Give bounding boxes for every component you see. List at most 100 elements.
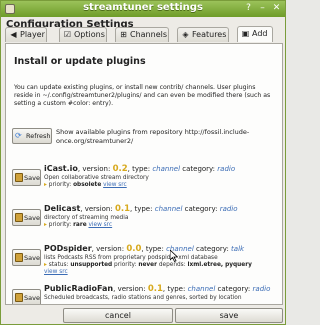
tab-bar: ◀ Player ☑ Options ⊞ Channels ◈ Features… xyxy=(5,26,283,43)
tab-label: Player xyxy=(20,30,45,39)
plugin-description: directory of streaming media xyxy=(44,215,129,221)
play-icon: ◀ xyxy=(10,30,17,39)
plugin-name: Delicast xyxy=(44,204,81,213)
category-label: category: xyxy=(184,205,218,213)
plugin-priority: never xyxy=(138,262,157,268)
tab-options[interactable]: ☑ Options xyxy=(59,27,107,42)
plugin-header: PODspider, version: 0.0, type: channel c… xyxy=(44,244,244,254)
refresh-button[interactable]: ⟳ Refresh xyxy=(12,128,52,144)
bullet-icon: ▸ xyxy=(44,262,47,268)
title-bar[interactable]: streamtuner settings ? – ✕ xyxy=(1,1,285,17)
priority-label: priority: xyxy=(48,182,72,188)
cancel-button[interactable]: cancel xyxy=(63,308,173,323)
save-plugin-button[interactable]: Save xyxy=(12,209,41,226)
priority-label: priority: xyxy=(114,262,137,268)
tab-label: Features xyxy=(192,30,227,39)
settings-window: streamtuner settings ? – ✕ Configuration… xyxy=(0,0,286,325)
view-src-link[interactable]: view src xyxy=(44,269,68,275)
plugin-item: Save iCast.io, version: 0.2, type: chann… xyxy=(12,164,278,204)
plugin-meta: ▸ status: unsupported priority: never de… xyxy=(44,262,252,269)
features-icon: ◈ xyxy=(182,30,189,39)
type-label: , type: xyxy=(162,285,186,293)
save-icon xyxy=(15,253,23,262)
panel-title: Install or update plugins xyxy=(14,56,146,67)
plugin-item: Save PublicRadioFan, version: 0.1, type:… xyxy=(12,284,278,304)
plugin-category: radio xyxy=(219,205,238,213)
tab-player[interactable]: ◀ Player xyxy=(5,27,47,42)
tab-label: Add xyxy=(252,29,268,38)
priority-label: priority: xyxy=(48,222,72,228)
view-src-link[interactable]: view src xyxy=(88,222,112,228)
plugin-header: iCast.io, version: 0.2, type: channel ca… xyxy=(44,164,235,174)
version-label: , version: xyxy=(77,165,111,173)
view-src-link[interactable]: view src xyxy=(103,182,127,188)
save-plugin-button[interactable]: Save xyxy=(12,169,41,186)
save-icon xyxy=(15,173,23,182)
bullet-icon: ▸ xyxy=(44,182,47,188)
plugin-meta: ▸ priority: obsolete view src xyxy=(44,182,127,189)
plugin-name: PublicRadioFan xyxy=(44,284,114,293)
plugin-description: Scheduled broadcasts, radio stations and… xyxy=(44,295,242,301)
plugin-category: radio xyxy=(252,285,271,293)
version-label: , version: xyxy=(91,245,125,253)
bullet-icon: ▸ xyxy=(44,222,47,228)
plugin-version: 0.1 xyxy=(114,204,131,214)
save-icon xyxy=(15,213,23,222)
mouse-cursor-icon xyxy=(170,250,178,262)
plugin-header: Delicast, version: 0.1, type: channel ca… xyxy=(44,204,238,214)
category-label: category: xyxy=(217,285,251,293)
save-label: Save xyxy=(24,294,40,302)
category-label: category: xyxy=(182,165,216,173)
refresh-icon: ⟳ xyxy=(15,131,22,140)
plugin-meta: ▸ priority: rare view src xyxy=(44,222,112,229)
save-label: Save xyxy=(24,254,40,262)
intro-text: You can update existing plugins, or inst… xyxy=(14,84,271,107)
depends-label: depends: xyxy=(158,262,186,268)
status-label: status: xyxy=(48,262,69,268)
plugin-type: channel xyxy=(187,285,216,293)
tab-add[interactable]: ▣ Add xyxy=(237,26,273,42)
refresh-label: Refresh xyxy=(26,132,51,140)
refresh-description: Show available plugins from repository h… xyxy=(56,128,250,145)
options-icon: ☑ xyxy=(63,30,72,39)
plugin-description: Open collaborative stream directory xyxy=(44,175,149,181)
plugin-priority: obsolete xyxy=(73,182,102,188)
tab-features[interactable]: ◈ Features xyxy=(177,27,229,42)
tab-channels[interactable]: ⊞ Channels xyxy=(115,27,169,42)
add-plugins-panel[interactable]: Install or update plugins You can update… xyxy=(5,43,283,305)
save-label: Save xyxy=(24,174,40,182)
plugin-header: PublicRadioFan, version: 0.1, type: chan… xyxy=(44,284,270,294)
plugin-links: view src xyxy=(44,269,68,276)
plugin-status: unsupported xyxy=(70,262,113,268)
version-label: , version: xyxy=(80,205,113,213)
version-label: , version: xyxy=(113,285,146,293)
plugin-category: talk xyxy=(231,245,245,253)
save-plugin-button[interactable]: Save xyxy=(12,289,41,304)
category-label: category: xyxy=(196,245,229,253)
plugin-depends: lxml.etree, pyquery xyxy=(187,262,252,268)
plugin-description: lists Podcasts RSS from proprietary pods… xyxy=(44,255,218,261)
save-label: Save xyxy=(24,214,40,222)
plugin-item: Save PODspider, version: 0.0, type: chan… xyxy=(12,244,278,284)
close-icon[interactable]: ✕ xyxy=(270,2,283,15)
save-button[interactable]: save xyxy=(175,308,283,323)
help-icon[interactable]: ? xyxy=(242,2,255,15)
tab-label: Options xyxy=(74,30,105,39)
minimize-icon[interactable]: – xyxy=(256,2,269,15)
save-plugin-button[interactable]: Save xyxy=(12,249,41,266)
type-label: , type: xyxy=(141,245,164,253)
plugin-version: 0.2 xyxy=(112,164,128,174)
plugin-priority: rare xyxy=(73,222,87,228)
save-icon xyxy=(15,293,23,302)
tab-label: Channels xyxy=(130,30,168,39)
plugin-name: PODspider xyxy=(44,244,92,253)
type-label: , type: xyxy=(130,205,153,213)
plugin-version: 0.1 xyxy=(147,284,163,294)
plugin-name: iCast.io xyxy=(44,164,78,173)
type-label: , type: xyxy=(127,165,151,173)
plugin-type: channel xyxy=(154,205,183,213)
plugin-type: channel xyxy=(152,165,181,173)
plugin-item: Save Delicast, version: 0.1, type: chann… xyxy=(12,204,278,244)
plugin-version: 0.0 xyxy=(126,244,142,254)
add-icon: ▣ xyxy=(241,29,250,38)
